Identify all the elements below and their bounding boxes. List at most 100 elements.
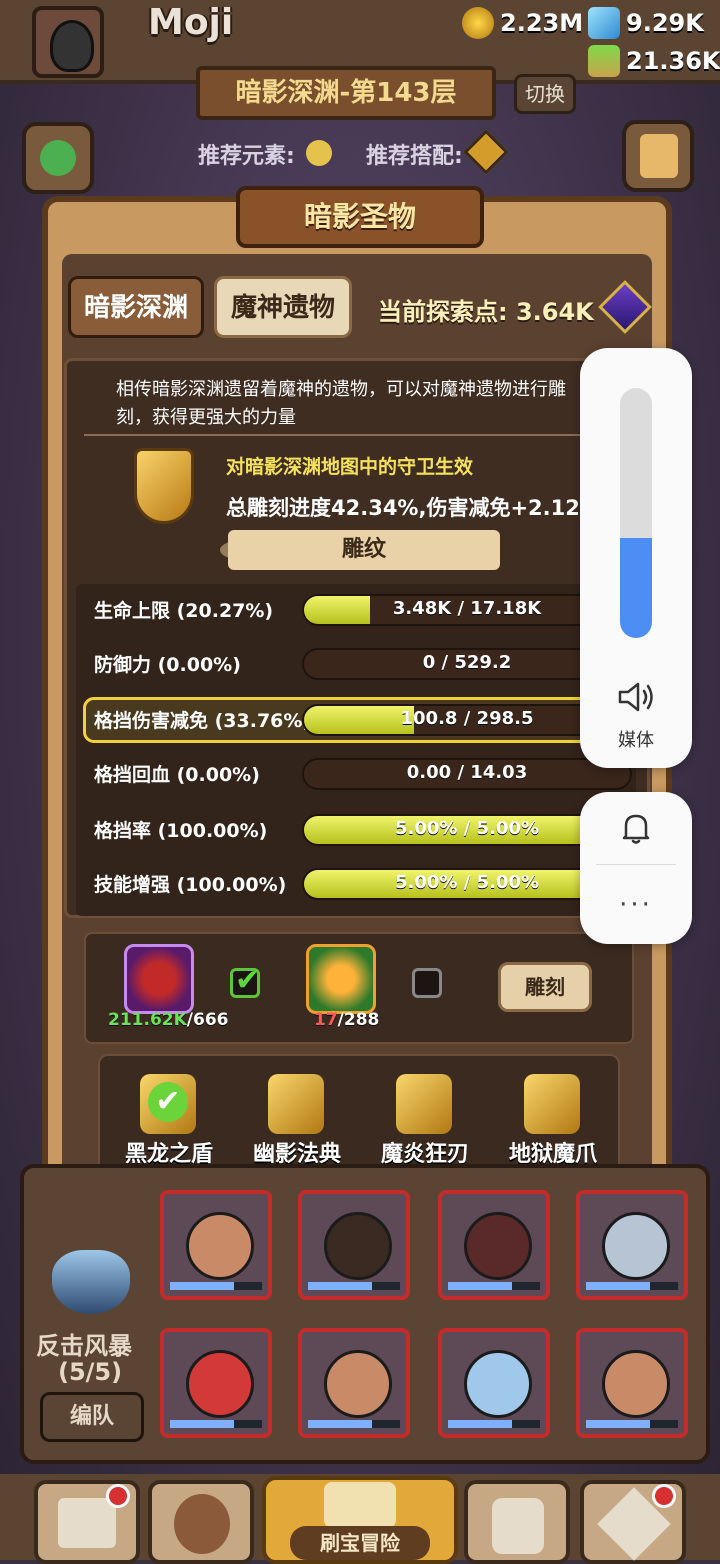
volume-slider-fill xyxy=(620,538,652,638)
knight-helmet-icon xyxy=(50,20,94,72)
material-2-owned: 17 xyxy=(314,1010,338,1030)
hero-face-icon xyxy=(174,1494,230,1554)
hero-slot[interactable] xyxy=(576,1190,688,1300)
hero-slot[interactable] xyxy=(160,1328,272,1438)
gem-resource[interactable]: 9.29K xyxy=(588,6,704,40)
bell-icon[interactable] xyxy=(620,810,652,846)
switch-floor-button[interactable]: 切换 xyxy=(514,74,576,114)
hero-portrait xyxy=(324,1350,392,1418)
hero-slot[interactable] xyxy=(438,1328,550,1438)
demon-eye-material-icon[interactable] xyxy=(124,944,194,1014)
tab-demon-relic[interactable]: 魔神遗物 xyxy=(214,276,352,338)
floor-title: 暗影深渊-第143层 xyxy=(196,66,496,120)
hero-portrait xyxy=(324,1212,392,1280)
treasure-adventure-label: 刷宝冒险 xyxy=(290,1526,430,1560)
shop-icon xyxy=(58,1498,116,1548)
tab-shadow-abyss[interactable]: 暗影深渊 xyxy=(68,276,204,338)
stat-label: 技能增强 (100.00%) xyxy=(94,874,287,896)
backpack-icon xyxy=(492,1498,544,1554)
hero-slot[interactable] xyxy=(298,1190,410,1300)
hero-hp-bar xyxy=(586,1282,678,1290)
stat-value: 0.00 / 14.03 xyxy=(406,762,528,783)
potion-icon xyxy=(588,45,620,77)
hero-slot[interactable] xyxy=(438,1190,550,1300)
material-2-checkbox[interactable] xyxy=(412,968,442,998)
recommend-combo-label: 推荐搭配: xyxy=(366,144,463,169)
gem-icon xyxy=(588,7,620,39)
player-avatar[interactable] xyxy=(32,6,104,78)
total-progress-text: 总雕刻进度42.34%,伤害减免+2.12% xyxy=(226,496,601,520)
divider xyxy=(84,434,584,436)
stat-label: 格挡率 (100.00%) xyxy=(94,820,268,842)
dialog-title: 暗影圣物 xyxy=(236,186,484,248)
hero-hp-bar xyxy=(308,1420,400,1428)
hero-portrait xyxy=(602,1350,670,1418)
hero-slot[interactable] xyxy=(298,1328,410,1438)
stat-label: 格挡伤害减免 (33.76%) xyxy=(94,710,312,732)
team-name: 反击风暴 xyxy=(36,1332,132,1360)
stat-label: 防御力 (0.00%) xyxy=(94,654,241,676)
potion-value: 21.36K xyxy=(626,47,720,75)
hell-claw-icon[interactable] xyxy=(524,1074,580,1134)
shadow-codex-icon[interactable] xyxy=(268,1074,324,1134)
effect-text: 对暗影深渊地图中的守卫生效 xyxy=(226,456,474,478)
selected-check-icon: ✔ xyxy=(148,1082,188,1122)
explore-points: 当前探索点: 3.64K xyxy=(378,292,594,327)
hero-hp-bar xyxy=(586,1420,678,1428)
material-1-need: /666 xyxy=(186,1010,229,1030)
carve-section-title: 雕纹 xyxy=(228,530,500,570)
player-name: Moji xyxy=(148,2,234,43)
hero-nav-button[interactable] xyxy=(148,1480,254,1564)
gold-coin-icon xyxy=(462,7,494,39)
golden-shield-icon xyxy=(134,448,194,524)
gold-value: 2.23M xyxy=(500,9,584,37)
recommend-element-label: 推荐元素: xyxy=(198,144,295,169)
hero-hp-bar xyxy=(170,1282,262,1290)
relic-description: 相传暗影深渊遗留着魔神的遗物，可以对魔神遗物进行雕刻，获得更强大的力量 xyxy=(116,379,566,428)
hero-slot[interactable] xyxy=(160,1190,272,1300)
carve-button[interactable]: 雕刻 xyxy=(498,962,592,1012)
material-1-checkbox[interactable]: ✔ xyxy=(230,963,260,998)
hero-hp-bar xyxy=(308,1282,400,1290)
team-emblem-icon xyxy=(52,1250,130,1314)
stat-label: 生命上限 (20.27%) xyxy=(94,600,274,622)
shop-notification-dot xyxy=(106,1484,130,1508)
more-options-icon[interactable]: ··· xyxy=(580,890,692,920)
flame-seed-material-icon[interactable] xyxy=(306,944,376,1014)
material-1-owned: 211.62K xyxy=(108,1010,187,1030)
potion-resource[interactable]: 21.36K xyxy=(588,44,720,78)
clover-side-button[interactable] xyxy=(22,122,94,194)
hero-portrait xyxy=(464,1350,532,1418)
explore-label: 当前探索点: xyxy=(378,298,508,326)
treasure-map-icon xyxy=(324,1482,396,1528)
speaker-icon[interactable] xyxy=(616,680,656,714)
volume-label: 媒体 xyxy=(618,730,654,751)
hero-hp-bar xyxy=(448,1420,540,1428)
hero-portrait xyxy=(186,1350,254,1418)
team-count: (5/5) xyxy=(58,1358,123,1386)
clover-icon xyxy=(40,140,76,176)
formation-button[interactable]: 编队 xyxy=(40,1392,144,1442)
hero-hp-bar xyxy=(448,1282,540,1290)
gold-resource[interactable]: 2.23M xyxy=(462,6,583,40)
hero-portrait xyxy=(464,1212,532,1280)
hero-slot[interactable] xyxy=(576,1328,688,1438)
material-2-need: /288 xyxy=(337,1010,380,1030)
black-dragon-shield-icon[interactable]: ✔ xyxy=(140,1074,196,1134)
forge-notification-dot xyxy=(652,1484,676,1508)
material-1-count: 211.62K/666 xyxy=(108,1010,228,1030)
hero-hp-bar xyxy=(170,1420,262,1428)
checkmark-icon: ✔ xyxy=(235,963,261,998)
sun-icon xyxy=(306,140,332,166)
hero-portrait xyxy=(186,1212,254,1280)
gem-value: 9.29K xyxy=(626,9,704,37)
stat-label: 格挡回血 (0.00%) xyxy=(94,764,260,786)
divider xyxy=(596,864,676,865)
scroll-side-button[interactable] xyxy=(622,120,694,192)
material-2-count: 17/288 xyxy=(314,1010,379,1030)
bag-nav-button[interactable] xyxy=(464,1480,570,1564)
explore-value: 3.64K xyxy=(515,298,594,326)
volume-slider[interactable] xyxy=(620,388,652,638)
scroll-icon xyxy=(640,134,678,178)
flame-blade-icon[interactable] xyxy=(396,1074,452,1134)
